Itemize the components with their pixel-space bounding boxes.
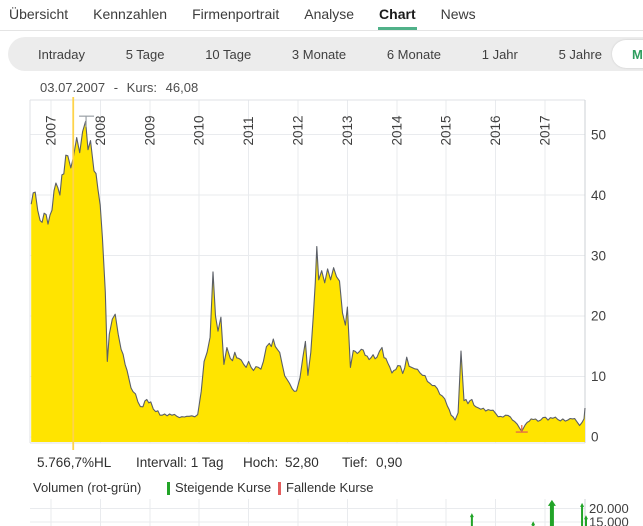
- crosshair-readout: 03.07.2007 - Kurs: 46,08: [40, 80, 203, 95]
- price-and-volume-chart[interactable]: 2007200820092010201120122013201420152016…: [0, 0, 643, 526]
- year-tick-label: 2008: [93, 115, 108, 145]
- range-button-intraday[interactable]: Intraday: [38, 47, 85, 62]
- volume-bar: [581, 505, 583, 526]
- readout-date: 03.07.2007: [40, 80, 105, 95]
- volume-bar-tip: [470, 513, 474, 517]
- volume-bar-tip: [548, 500, 556, 506]
- range-button-5-tage[interactable]: 5 Tage: [126, 47, 165, 62]
- year-tick-label: 2017: [538, 115, 553, 145]
- stat-high-label: Hoch:: [243, 455, 278, 470]
- year-tick-label: 2011: [241, 116, 256, 145]
- volume-bar: [550, 504, 554, 526]
- volume-tick-label: 20.000: [589, 501, 629, 516]
- page: { "nav": { "items": [ {"label": "Übersic…: [0, 0, 643, 526]
- range-button-10-tage[interactable]: 10 Tage: [205, 47, 251, 62]
- stat-interval: Intervall: 1 Tag: [136, 455, 224, 470]
- nav-tab-news[interactable]: News: [440, 0, 477, 30]
- volume-legend-title: Volumen (rot-grün): [33, 480, 141, 495]
- range-button-5-jahre[interactable]: 5 Jahre: [559, 47, 602, 62]
- volume-legend-up: Steigende Kurse: [175, 480, 271, 495]
- year-tick-label: 2015: [439, 115, 454, 145]
- price-tick-label: 50: [591, 127, 606, 142]
- price-tick-label: 10: [591, 369, 606, 384]
- nav-tab-chart[interactable]: Chart: [378, 0, 417, 30]
- nav-tab-firmenportrait[interactable]: Firmenportrait: [191, 0, 280, 30]
- falling-volume-bar-icon: [278, 482, 281, 495]
- readout-separator: -: [114, 80, 118, 95]
- range-button-3-monate[interactable]: 3 Monate: [292, 47, 346, 62]
- volume-legend-down: Fallende Kurse: [286, 480, 373, 495]
- readout-kurs-value: 46,08: [166, 80, 199, 95]
- rising-volume-bar-icon: [167, 482, 170, 495]
- range-button-6-monate[interactable]: 6 Monate: [387, 47, 441, 62]
- stat-low-value: 0,90: [376, 455, 402, 470]
- price-tick-label: 30: [591, 248, 606, 263]
- price-area: [31, 121, 585, 442]
- year-tick-label: 2007: [44, 115, 59, 145]
- year-tick-label: 2012: [291, 115, 306, 145]
- nav-tab-kennzahlen[interactable]: Kennzahlen: [92, 0, 168, 30]
- year-tick-label: 2016: [488, 115, 503, 145]
- range-button-max[interactable]: Max: [612, 40, 643, 68]
- nav-tab-analyse[interactable]: Analyse: [303, 0, 355, 30]
- price-tick-label: 20: [591, 309, 606, 324]
- range-button-1-jahr[interactable]: 1 Jahr: [482, 47, 518, 62]
- year-tick-label: 2013: [340, 115, 355, 145]
- readout-kurs-label: Kurs:: [127, 80, 157, 95]
- top-navigation: Übersicht Kennzahlen Firmenportrait Analyse…: [0, 0, 643, 31]
- stat-hl-percent: 5.766,7%HL: [37, 455, 111, 470]
- stat-low-label: Tief:: [342, 455, 368, 470]
- volume-tick-label: 15.000: [589, 515, 629, 526]
- price-tick-label: 40: [591, 188, 606, 203]
- year-tick-label: 2014: [389, 115, 404, 146]
- volume-bar-tip: [580, 503, 584, 507]
- year-tick-label: 2010: [192, 115, 207, 145]
- stat-high-value: 52,80: [285, 455, 319, 470]
- year-tick-label: 2009: [142, 115, 157, 145]
- nav-tab-bersicht[interactable]: Übersicht: [8, 0, 69, 30]
- price-tick-label: 0: [591, 430, 599, 445]
- time-range-bar: Intraday 5 Tage 10 Tage 3 Monate 6 Monate 1 J…: [8, 37, 643, 71]
